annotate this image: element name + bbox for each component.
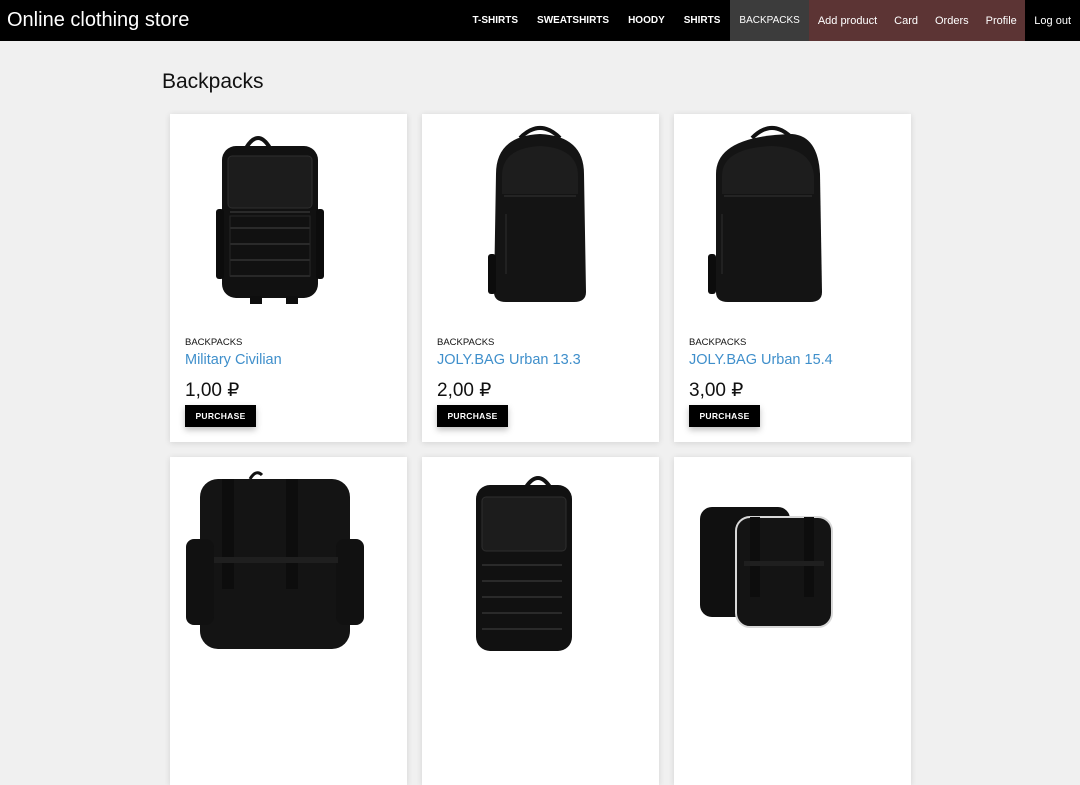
nav-logout[interactable]: Log out bbox=[1025, 0, 1080, 41]
product-card: BACKPACKS JOLY.BAG Urban 13.3 2,00 ₽ PUR… bbox=[422, 114, 659, 442]
product-price: 2,00 ₽ bbox=[437, 380, 492, 401]
nav-tshirts[interactable]: T-SHIRTS bbox=[463, 0, 528, 41]
product-image-backpack[interactable] bbox=[674, 457, 911, 667]
product-category: BACKPACKS bbox=[185, 337, 243, 348]
purchase-button[interactable]: PURCHASE bbox=[437, 405, 508, 427]
nav-sweatshirts[interactable]: SWEATSHIRTS bbox=[528, 0, 619, 41]
product-price: 1,00 ₽ bbox=[185, 380, 240, 401]
product-card bbox=[674, 457, 911, 785]
nav-backpacks[interactable]: BACKPACKS bbox=[729, 0, 810, 41]
nav-add-product[interactable]: Add product bbox=[809, 0, 886, 41]
product-image-backpack[interactable] bbox=[170, 457, 407, 667]
product-card: BACKPACKS JOLY.BAG Urban 15.4 3,00 ₽ PUR… bbox=[674, 114, 911, 442]
product-category: BACKPACKS bbox=[689, 337, 747, 348]
nav-profile[interactable]: Profile bbox=[977, 0, 1026, 41]
product-image-backpack[interactable] bbox=[674, 114, 911, 324]
nav-menu: T-SHIRTS SWEATSHIRTS HOODY SHIRTS BACKPA… bbox=[463, 0, 1080, 41]
purchase-button[interactable]: PURCHASE bbox=[689, 405, 760, 427]
purchase-button[interactable]: PURCHASE bbox=[185, 405, 256, 427]
nav-shirts[interactable]: SHIRTS bbox=[674, 0, 730, 41]
product-name-link[interactable]: JOLY.BAG Urban 15.4 bbox=[689, 352, 833, 368]
nav-orders[interactable]: Orders bbox=[926, 0, 978, 41]
product-image-backpack[interactable] bbox=[422, 457, 659, 667]
nav-hoody[interactable]: HOODY bbox=[619, 0, 675, 41]
site-brand[interactable]: Online clothing store bbox=[7, 9, 189, 32]
product-card: BACKPACKS Military Civilian 1,00 ₽ PURCH… bbox=[170, 114, 407, 442]
product-image-backpack[interactable] bbox=[170, 114, 407, 324]
product-name-link[interactable]: JOLY.BAG Urban 13.3 bbox=[437, 352, 581, 368]
page-title: Backpacks bbox=[162, 70, 264, 93]
product-category: BACKPACKS bbox=[437, 337, 495, 348]
product-price: 3,00 ₽ bbox=[689, 380, 744, 401]
product-card bbox=[170, 457, 407, 785]
product-name-link[interactable]: Military Civilian bbox=[185, 352, 282, 368]
nav-card[interactable]: Card bbox=[885, 0, 927, 41]
product-image-backpack[interactable] bbox=[422, 114, 659, 324]
product-card bbox=[422, 457, 659, 785]
top-navigation-bar: Online clothing store T-SHIRTS SWEATSHIR… bbox=[0, 0, 1080, 41]
